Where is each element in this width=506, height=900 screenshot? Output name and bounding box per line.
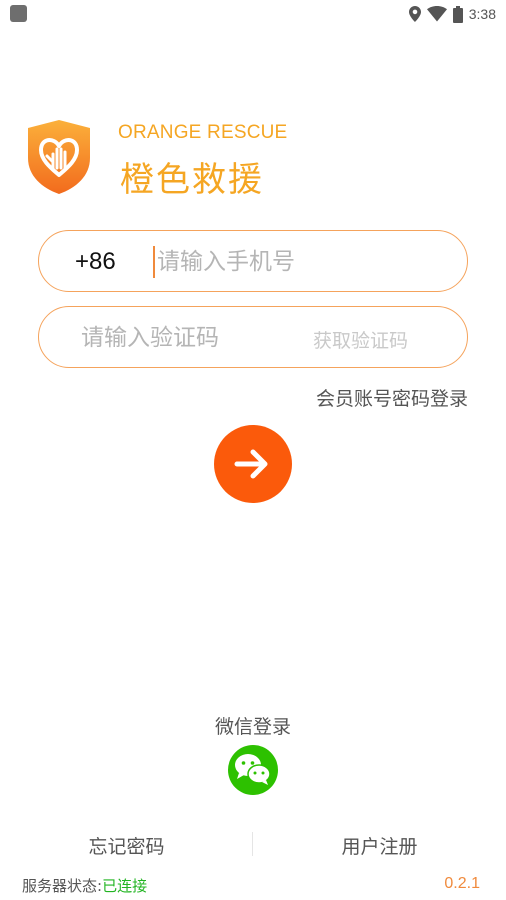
logo-chinese-name: 橙色救援 [120,160,264,200]
country-code[interactable]: +86 [75,248,116,276]
phone-field[interactable]: +86 [38,230,468,292]
server-status-label: 服务器状态: [22,877,103,895]
heart-hand-shield-icon [28,120,90,194]
app-logo: ORANGE RESCUE 橙色救援 [24,118,324,200]
wechat-login-button[interactable] [228,745,278,795]
location-icon [408,6,421,22]
verification-code-input[interactable] [81,320,301,356]
phone-input[interactable] [157,244,447,280]
app-version: 0.2.1 [444,875,480,892]
status-bar: 3:38 [0,0,506,28]
status-right: 3:38 [408,4,496,24]
submit-button[interactable] [214,425,292,503]
member-password-login-link[interactable]: 会员账号密码登录 [316,384,468,411]
logo-english-name: ORANGE RESCUE [118,122,288,143]
arrow-right-icon [234,449,268,479]
verification-code-field[interactable]: 获取验证码 [38,306,468,368]
wifi-icon [426,6,447,22]
battery-icon [452,5,463,23]
wechat-icon [235,754,271,785]
app-notification-icon [10,5,27,22]
status-time: 3:38 [468,6,496,22]
text-caret [153,246,155,278]
forgot-password-link[interactable]: 忘记密码 [0,832,253,859]
server-status-value: 已连接 [102,877,148,895]
server-status: 服务器状态:已连接 [22,875,147,896]
wechat-login-label: 微信登录 [214,716,291,738]
register-link[interactable]: 用户注册 [253,832,506,859]
get-code-button[interactable]: 获取验证码 [313,326,408,353]
